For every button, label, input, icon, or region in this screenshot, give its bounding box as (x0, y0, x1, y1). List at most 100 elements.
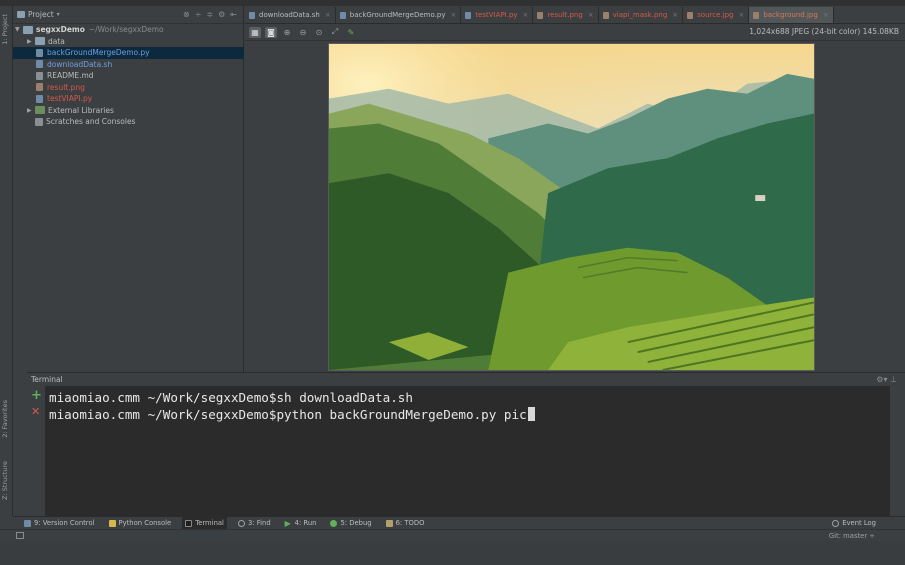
python-file-icon (36, 94, 43, 103)
gear-icon[interactable]: ⚙ (218, 10, 225, 19)
tool-find[interactable]: 3: Find (235, 517, 274, 529)
actual-size-icon[interactable]: ⊙ (313, 27, 325, 38)
terminal-scrollbar[interactable] (890, 386, 905, 516)
git-branch-status[interactable]: Git: master ÷ (829, 532, 875, 540)
tree-item-label: External Libraries (48, 105, 114, 115)
image-file-icon (602, 11, 609, 19)
image-file-icon (687, 11, 694, 19)
collapse-icon[interactable]: ≑ (206, 10, 213, 19)
tab-favorites-vertical[interactable]: 2: Favorites (1, 400, 9, 438)
tree-item-label: testVIAPI.py (47, 94, 93, 104)
tab-label: background.jpg (763, 11, 818, 19)
zoom-in-icon[interactable]: ⊕ (281, 27, 293, 38)
close-icon[interactable]: × (523, 11, 529, 19)
close-icon[interactable]: × (325, 11, 331, 19)
fit-zoom-icon[interactable]: ⤢ (329, 27, 341, 38)
tab-label: downloadData.sh (259, 11, 320, 19)
tree-item-downloaddata[interactable]: downloadData.sh (13, 59, 244, 71)
tree-item-label: README.md (47, 71, 94, 81)
tool-window-bar: 9: Version Control Python Console Termin… (13, 516, 905, 529)
terminal-line-text: miaomiao.cmm ~/Work/segxxDemo$python bac… (49, 407, 527, 422)
color-picker-icon[interactable]: ✎ (345, 27, 357, 38)
tab-label: testVIAPI.py (475, 11, 518, 19)
terminal-line-current: miaomiao.cmm ~/Work/segxxDemo$python bac… (49, 406, 890, 423)
chevron-down-icon[interactable]: ▼ (15, 26, 23, 33)
chevron-right-icon[interactable]: ▶ (27, 107, 35, 114)
image-file-icon (753, 11, 760, 19)
new-session-icon[interactable]: + (31, 388, 42, 403)
layout-toggle-icon[interactable] (16, 532, 24, 539)
python-console-icon (108, 519, 116, 527)
close-icon[interactable]: × (738, 11, 744, 19)
tab-backgroundmergedemo[interactable]: backGroundMergeDemo.py × (336, 7, 462, 23)
toggle-chessboard-icon[interactable]: ◙ (265, 26, 277, 38)
close-icon[interactable]: × (823, 11, 829, 19)
project-panel-title[interactable]: Project (28, 10, 54, 19)
tab-result[interactable]: result.png × (533, 7, 599, 23)
tab-downloaddata[interactable]: downloadData.sh × (245, 7, 336, 23)
terminal-output[interactable]: miaomiao.cmm ~/Work/segxxDemo$sh downloa… (46, 386, 890, 516)
tree-item-label: downloadData.sh (47, 59, 113, 69)
tool-label: 5: Debug (340, 519, 372, 527)
tool-debug[interactable]: 5: Debug (327, 517, 374, 529)
tab-label: backGroundMergeDemo.py (349, 11, 446, 19)
editor-tab-bar: downloadData.sh × backGroundMergeDemo.py ×… (245, 6, 905, 24)
toggle-grid-icon[interactable]: ▦ (249, 26, 261, 38)
gear-icon[interactable]: ⚙▾ (876, 375, 887, 384)
tree-item-readme[interactable]: README.md (13, 70, 244, 82)
chevron-down-icon[interactable]: ▾ (57, 11, 60, 18)
ide-window: 1: Project 2: Favorites Z: Structure Pro… (0, 0, 905, 565)
project-panel-header: Project ▾ ⊗ ÷ ≑ ⚙ ⇤ (13, 6, 243, 24)
tool-label: Event Log (842, 519, 876, 527)
tree-item-data[interactable]: ▶ data (13, 36, 244, 48)
terminal-header: Terminal ⚙▾ ⊥ (27, 372, 905, 386)
close-icon[interactable]: × (450, 11, 456, 19)
tool-label: 4: Run (294, 519, 317, 527)
tool-python-console[interactable]: Python Console (106, 517, 175, 529)
tree-item-label: Scratches and Consoles (46, 117, 136, 127)
tree-root[interactable]: ▼ segxxDemo ~/Work/segxxDemo (13, 24, 244, 36)
tree-item-testviapi[interactable]: testVIAPI.py (13, 93, 244, 105)
hide-icon[interactable]: ⇤ (230, 10, 237, 19)
event-log-icon (832, 519, 840, 527)
tab-testviapi[interactable]: testVIAPI.py × (461, 7, 534, 23)
tree-item-backgroundmergedemo[interactable]: backGroundMergeDemo.py (13, 47, 244, 59)
sync-icon[interactable]: ⊗ (183, 10, 190, 19)
tab-label: result.png (547, 11, 583, 19)
tab-viapi-mask[interactable]: viapi_mask.png × (599, 7, 684, 23)
tab-project-vertical[interactable]: 1: Project (1, 14, 9, 45)
zoom-out-icon[interactable]: ⊖ (297, 27, 309, 38)
tab-background[interactable]: background.jpg × (749, 7, 834, 23)
shell-file-icon (36, 60, 43, 69)
tool-todo[interactable]: 6: TODO (383, 517, 428, 529)
hide-icon[interactable]: ⊥ (890, 375, 897, 384)
status-bar: Git: master ÷ (0, 529, 905, 541)
image-file-icon (36, 83, 43, 92)
tree-item-external-libraries[interactable]: ▶ External Libraries (13, 105, 244, 117)
tree-item-result[interactable]: result.png (13, 82, 244, 94)
debug-icon (330, 519, 338, 527)
terminal-icon (185, 519, 193, 527)
terminal-line: miaomiao.cmm ~/Work/segxxDemo$sh downloa… (49, 390, 413, 405)
image-file-icon (537, 11, 544, 19)
tool-label: Terminal (195, 519, 224, 527)
close-session-icon[interactable]: ✕ (31, 405, 40, 418)
project-panel: Project ▾ ⊗ ÷ ≑ ⚙ ⇤ ▼ segxxDemo ~/Work/s… (13, 6, 244, 372)
terminal-title: Terminal (31, 375, 63, 384)
tool-run[interactable]: ▶ 4: Run (282, 517, 320, 529)
tab-source[interactable]: source.jpg × (683, 7, 750, 23)
tool-event-log[interactable]: Event Log (829, 517, 879, 529)
tab-structure-vertical[interactable]: Z: Structure (1, 461, 9, 500)
image-info-text: 1,024x688 JPEG (24-bit color) 145.08KB (749, 27, 899, 36)
close-icon[interactable]: × (588, 11, 594, 19)
tool-version-control[interactable]: 9: Version Control (21, 517, 98, 529)
tool-terminal[interactable]: Terminal (182, 517, 227, 529)
python-file-icon (465, 11, 472, 19)
scratches-icon (35, 117, 43, 126)
close-icon[interactable]: × (672, 11, 678, 19)
tree-item-label: result.png (47, 82, 85, 92)
tree-item-scratches[interactable]: Scratches and Consoles (13, 116, 244, 128)
chevron-right-icon[interactable]: ▶ (27, 38, 35, 45)
expand-icon[interactable]: ÷ (195, 10, 202, 19)
left-tool-strip: 1: Project 2: Favorites Z: Structure (0, 6, 13, 516)
